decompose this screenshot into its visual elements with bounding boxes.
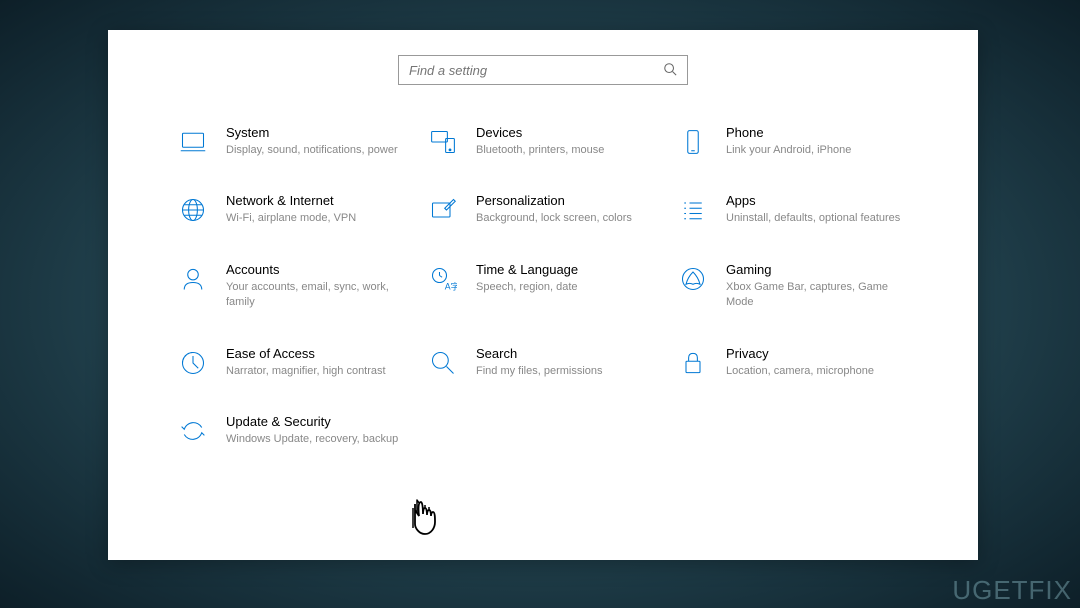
setting-desc: Xbox Game Bar, captures, Game Mode (726, 280, 908, 311)
setting-phone[interactable]: Phone Link your Android, iPhone (678, 125, 908, 158)
network-icon (178, 195, 208, 225)
setting-desc: Link your Android, iPhone (726, 143, 908, 158)
setting-title: Personalization (476, 193, 658, 208)
setting-title: Accounts (226, 262, 408, 277)
setting-desc: Find my files, permissions (476, 364, 658, 379)
system-icon (178, 127, 208, 157)
setting-title: Phone (726, 125, 908, 140)
setting-title: Ease of Access (226, 346, 408, 361)
search-setting-icon (428, 348, 458, 378)
settings-grid: System Display, sound, notifications, po… (148, 125, 938, 447)
phone-icon (678, 127, 708, 157)
setting-devices[interactable]: Devices Bluetooth, printers, mouse (428, 125, 658, 158)
search-input[interactable] (409, 63, 663, 78)
setting-desc: Display, sound, notifications, power (226, 143, 408, 158)
setting-title: Time & Language (476, 262, 658, 277)
setting-title: Search (476, 346, 658, 361)
setting-title: Devices (476, 125, 658, 140)
setting-desc: Your accounts, email, sync, work, family (226, 280, 408, 311)
setting-accounts[interactable]: Accounts Your accounts, email, sync, wor… (178, 262, 408, 311)
ease-of-access-icon (178, 348, 208, 378)
search-container (148, 55, 938, 85)
setting-network[interactable]: Network & Internet Wi-Fi, airplane mode,… (178, 193, 408, 226)
setting-desc: Narrator, magnifier, high contrast (226, 364, 408, 379)
setting-title: Apps (726, 193, 908, 208)
setting-title: System (226, 125, 408, 140)
setting-privacy[interactable]: Privacy Location, camera, microphone (678, 346, 908, 379)
setting-desc: Uninstall, defaults, optional features (726, 211, 908, 226)
svg-text:A字: A字 (445, 280, 457, 291)
setting-title: Network & Internet (226, 193, 408, 208)
setting-update-security[interactable]: Update & Security Windows Update, recove… (178, 414, 408, 447)
devices-icon (428, 127, 458, 157)
search-icon (663, 62, 677, 79)
update-security-icon (178, 416, 208, 446)
setting-gaming[interactable]: Gaming Xbox Game Bar, captures, Game Mod… (678, 262, 908, 311)
setting-apps[interactable]: Apps Uninstall, defaults, optional featu… (678, 193, 908, 226)
watermark: UGETFIX (952, 575, 1072, 606)
settings-window: System Display, sound, notifications, po… (108, 30, 978, 560)
setting-desc: Windows Update, recovery, backup (226, 432, 408, 447)
setting-desc: Speech, region, date (476, 280, 658, 295)
search-box[interactable] (398, 55, 688, 85)
setting-search[interactable]: Search Find my files, permissions (428, 346, 658, 379)
accounts-icon (178, 264, 208, 294)
gaming-icon (678, 264, 708, 294)
setting-system[interactable]: System Display, sound, notifications, po… (178, 125, 408, 158)
setting-desc: Background, lock screen, colors (476, 211, 658, 226)
setting-ease-of-access[interactable]: Ease of Access Narrator, magnifier, high… (178, 346, 408, 379)
apps-icon (678, 195, 708, 225)
privacy-icon (678, 348, 708, 378)
setting-title: Gaming (726, 262, 908, 277)
setting-title: Privacy (726, 346, 908, 361)
setting-desc: Wi-Fi, airplane mode, VPN (226, 211, 408, 226)
setting-desc: Location, camera, microphone (726, 364, 908, 379)
setting-title: Update & Security (226, 414, 408, 429)
setting-personalization[interactable]: Personalization Background, lock screen,… (428, 193, 658, 226)
time-language-icon: A字 (428, 264, 458, 294)
setting-desc: Bluetooth, printers, mouse (476, 143, 658, 158)
setting-time-language[interactable]: A字 Time & Language Speech, region, date (428, 262, 658, 311)
personalization-icon (428, 195, 458, 225)
